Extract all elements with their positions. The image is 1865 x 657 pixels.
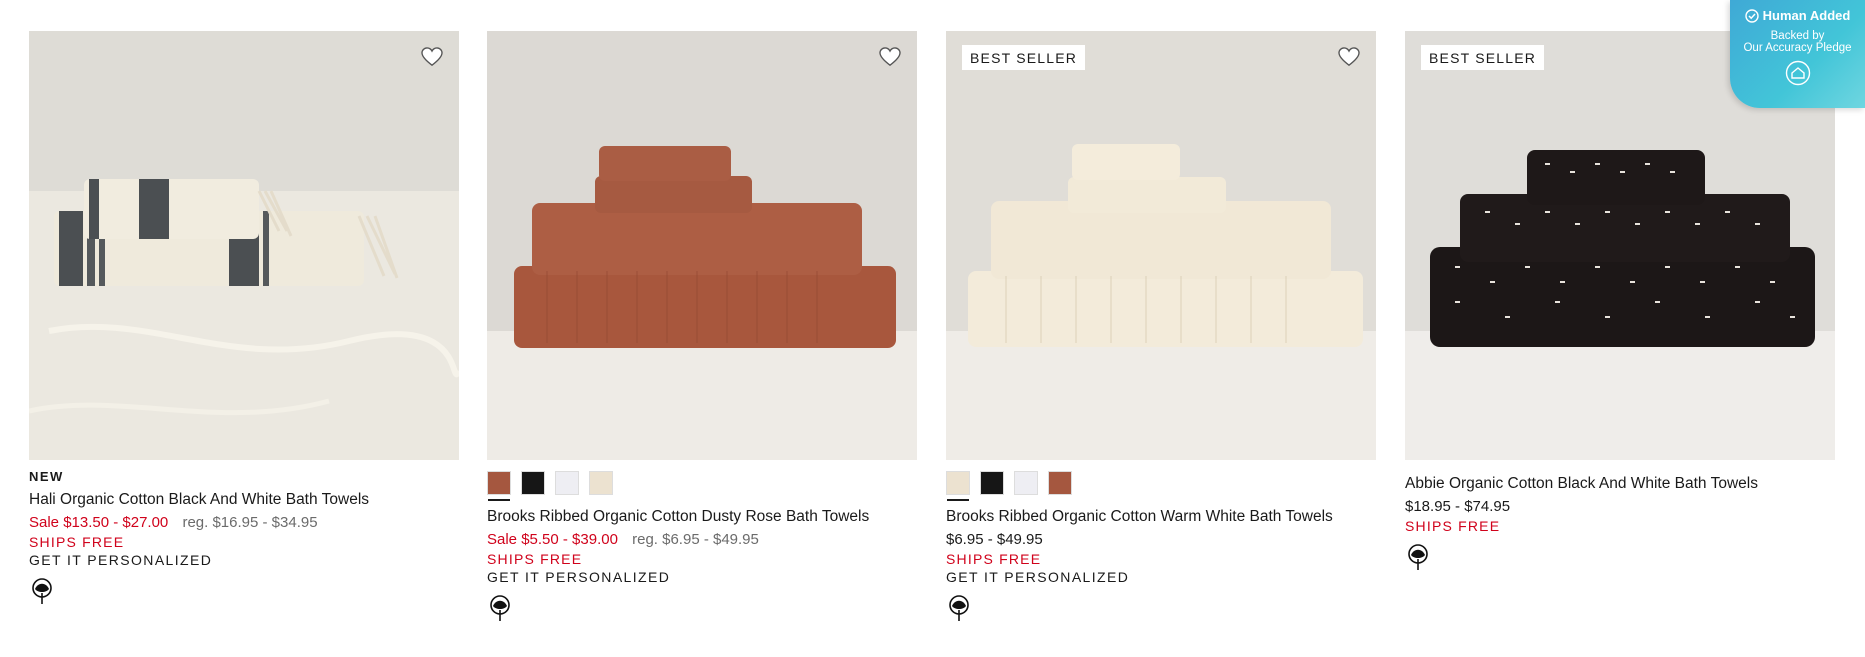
product-card-abbie[interactable]: BEST SELLER Abbie Organic Cotton Black A… xyxy=(1405,31,1835,577)
color-swatches xyxy=(487,471,917,501)
cotton-flower-icon xyxy=(1408,544,1428,570)
cotton-flower-icon xyxy=(490,595,510,621)
regular-price: reg. $16.95 - $34.95 xyxy=(182,514,318,531)
best-seller-badge: BEST SELLER xyxy=(1421,45,1545,70)
personalized-label: GET IT PERSONALIZED xyxy=(946,569,1130,585)
personalized-label: GET IT PERSONALIZED xyxy=(487,569,671,585)
new-label: NEW xyxy=(29,469,64,484)
pledge-line-2: Our Accuracy Pledge xyxy=(1743,42,1852,54)
product-card-brooks-rose[interactable]: Brooks Ribbed Organic Cotton Dusty Rose … xyxy=(487,31,917,628)
price: $6.95 - $49.95 xyxy=(946,531,1043,548)
house-icon[interactable] xyxy=(1785,60,1811,86)
price: $18.95 - $74.95 xyxy=(1405,498,1511,515)
towel-photo xyxy=(946,31,1376,460)
swatch-black[interactable] xyxy=(980,471,1004,495)
color-swatches xyxy=(946,471,1376,501)
product-image[interactable] xyxy=(487,31,917,460)
product-card-brooks-white[interactable]: BEST SELLER Brooks Ribbed Organic Cotton… xyxy=(946,31,1376,628)
cotton-flower-icon xyxy=(32,578,52,604)
pledge-headline: Human Added xyxy=(1762,8,1851,23)
swatch-warm-white[interactable] xyxy=(589,471,613,495)
product-card-hali[interactable]: NEW Hali Organic Cotton Black And White … xyxy=(29,31,459,611)
product-title[interactable]: Brooks Ribbed Organic Cotton Warm White … xyxy=(946,507,1376,527)
product-title[interactable]: Brooks Ribbed Organic Cotton Dusty Rose … xyxy=(487,507,917,527)
pledge-text: Backed by Our Accuracy Pledge xyxy=(1730,30,1865,54)
human-added-label: Human Added xyxy=(1730,8,1865,23)
best-seller-badge: BEST SELLER xyxy=(962,45,1086,70)
price-line: Sale $13.50 - $27.00 reg. $16.95 - $34.9… xyxy=(29,514,459,532)
favorite-heart-icon[interactable] xyxy=(421,47,443,67)
regular-price: reg. $6.95 - $49.95 xyxy=(632,531,759,548)
towel-photo xyxy=(487,31,917,460)
swatch-warm-white[interactable] xyxy=(946,471,970,501)
swatch-white[interactable] xyxy=(1014,471,1038,495)
sale-price: Sale $5.50 - $39.00 xyxy=(487,531,618,548)
ships-free-label: SHIPS FREE xyxy=(487,551,583,567)
pledge-line-1: Backed by xyxy=(1770,30,1825,42)
ships-free-label: SHIPS FREE xyxy=(1405,518,1501,534)
towel-photo xyxy=(29,31,459,460)
swatch-dusty-rose[interactable] xyxy=(1048,471,1072,495)
cotton-flower-icon xyxy=(949,595,969,621)
ships-free-label: SHIPS FREE xyxy=(946,551,1042,567)
favorite-heart-icon[interactable] xyxy=(879,47,901,67)
product-title[interactable]: Hali Organic Cotton Black And White Bath… xyxy=(29,490,459,510)
product-image[interactable]: BEST SELLER xyxy=(946,31,1376,460)
favorite-heart-icon[interactable] xyxy=(1338,47,1360,67)
product-title[interactable]: Abbie Organic Cotton Black And White Bat… xyxy=(1405,474,1835,494)
accuracy-pledge-widget[interactable]: Human Added Backed by Our Accuracy Pledg… xyxy=(1730,0,1865,108)
personalized-label: GET IT PERSONALIZED xyxy=(29,552,213,568)
ships-free-label: SHIPS FREE xyxy=(29,534,125,550)
product-image[interactable] xyxy=(29,31,459,460)
swatch-white[interactable] xyxy=(555,471,579,495)
price-line: Sale $5.50 - $39.00 reg. $6.95 - $49.95 xyxy=(487,531,917,549)
sale-price: Sale $13.50 - $27.00 xyxy=(29,514,169,531)
check-circle-icon xyxy=(1744,8,1759,23)
swatch-dusty-rose[interactable] xyxy=(487,471,511,501)
swatch-black[interactable] xyxy=(521,471,545,495)
